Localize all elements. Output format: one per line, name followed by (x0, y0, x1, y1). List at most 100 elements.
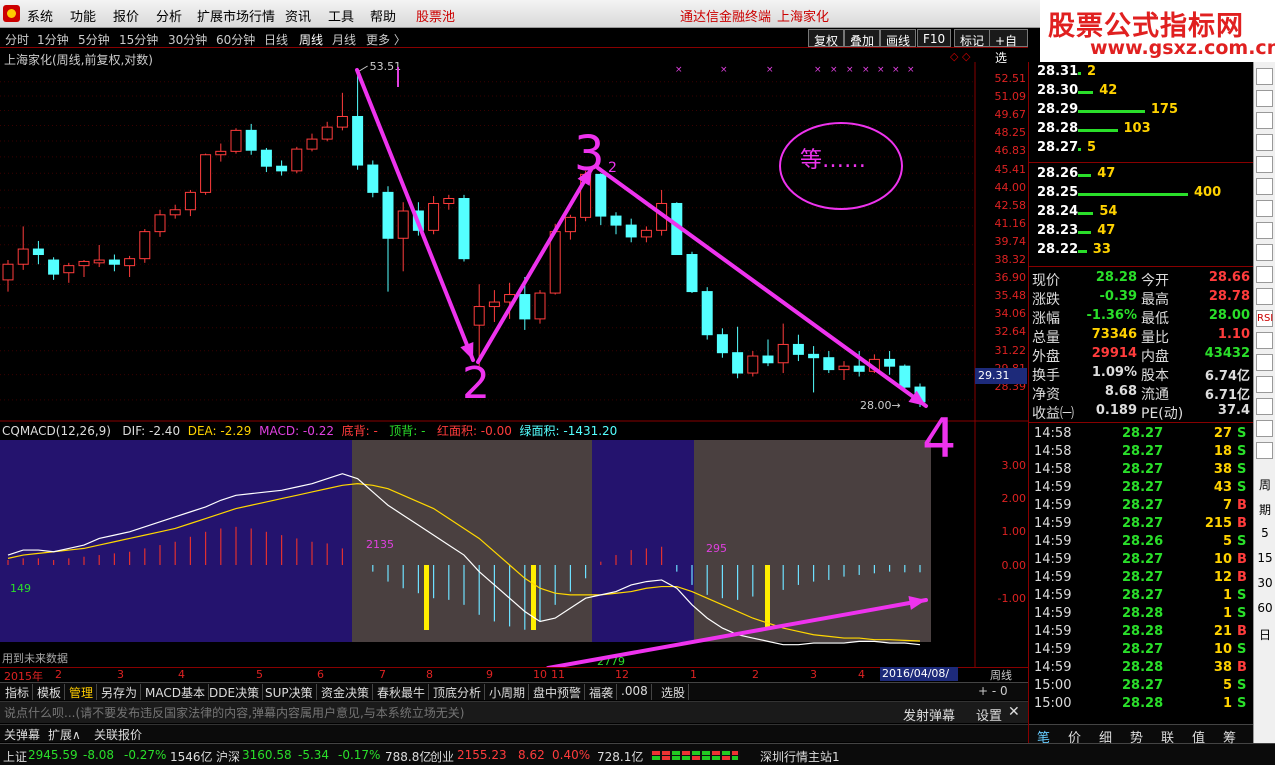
period-more[interactable]: 更多 〉 (366, 31, 406, 48)
period-shortcut[interactable]: 日 (1254, 626, 1275, 643)
info-icon[interactable] (1256, 442, 1273, 459)
quote-panel-tab[interactable]: 联 (1161, 727, 1174, 746)
candle-icon[interactable] (1256, 178, 1273, 195)
handwritten-2: 2 (462, 358, 490, 409)
period-60min[interactable]: 60分钟 (216, 31, 255, 48)
annotation-wait: 等…… (800, 148, 866, 173)
overlay-button[interactable]: 叠加 (844, 29, 881, 48)
period-shortcut[interactable]: 5 (1254, 526, 1275, 540)
quote-panel-tab[interactable]: 笔 (1037, 727, 1050, 746)
ask-volume: 103 (1123, 121, 1151, 136)
tick-time: 14:59 (1034, 642, 1072, 657)
indicator-tab[interactable]: 小周期 (486, 684, 530, 700)
indicator-tab[interactable]: 管理 (66, 684, 98, 700)
trend-icon[interactable] (1256, 222, 1273, 239)
add-watchlist-button[interactable]: +自选 (989, 29, 1028, 65)
menu-quote[interactable]: 报价 (113, 6, 139, 25)
date-tick: 2 (752, 668, 759, 681)
danmu-settings-button[interactable]: 设置 (976, 705, 1002, 724)
news-icon[interactable] (1256, 244, 1273, 261)
zoom-controls[interactable]: + - 0 (978, 684, 1008, 698)
send-danmu-button[interactable]: 发射弹幕 (903, 705, 955, 724)
indicator-tab[interactable]: 福袭 (586, 684, 618, 700)
indicator-tab[interactable]: 盘中预警 (530, 684, 586, 700)
date-tick: 11 (551, 668, 565, 681)
indicator-tab[interactable]: DDE决策 (206, 684, 264, 700)
quote-panel-tab[interactable]: 细 (1099, 727, 1112, 746)
cy-index-change: 8.62 (518, 748, 545, 762)
period-timeshare[interactable]: 分时 (5, 31, 29, 48)
grid-icon[interactable] (1256, 156, 1273, 173)
signal-marker: × (814, 65, 822, 75)
menu-extended-market[interactable]: 扩展市场行情 (197, 6, 275, 25)
menu-news[interactable]: 资讯 (285, 6, 311, 25)
period-shortcut[interactable]: 周 (1254, 476, 1275, 493)
danmu-input[interactable] (4, 704, 884, 722)
menu-function[interactable]: 功能 (70, 6, 96, 25)
server-status[interactable]: 深圳行情主站1 (760, 748, 840, 765)
cross-icon[interactable] (1256, 420, 1273, 437)
period-shortcut[interactable]: 60 (1254, 601, 1275, 615)
period-shortcut[interactable]: 30 (1254, 576, 1275, 590)
bid-price: 28.23 (1037, 223, 1079, 238)
related-quote-button[interactable]: 关联报价 (94, 726, 142, 743)
up-icon[interactable] (1256, 376, 1273, 393)
tick-volume: 1 (1222, 696, 1232, 711)
swap-icon[interactable] (1256, 354, 1273, 371)
adjust-button[interactable]: 复权 (808, 29, 845, 48)
expand-button[interactable]: 扩展∧ (48, 726, 81, 743)
quote-value: 6.74亿 (1204, 369, 1250, 384)
menu-stock-pool[interactable]: 股票池 (416, 6, 455, 25)
quote-panel-tab[interactable]: 价 (1068, 727, 1081, 746)
period-15min[interactable]: 15分钟 (119, 31, 158, 48)
indicator-tab[interactable]: 顶底分析 (430, 684, 486, 700)
rsi-icon[interactable]: RSI (1256, 310, 1273, 327)
kline-icon[interactable] (1256, 134, 1273, 151)
indicator-tab[interactable]: .008 (618, 684, 652, 700)
indicator-tab[interactable]: 选股 (658, 684, 690, 700)
f10-button[interactable]: F10 (917, 29, 952, 47)
mark-button[interactable]: 标记 (954, 29, 991, 48)
indicator-tab[interactable]: 资金决策 (318, 684, 374, 700)
period-shortcut[interactable]: 期 (1254, 501, 1275, 518)
menu-analysis[interactable]: 分析 (156, 6, 182, 25)
status-bar: 上证 2945.59 -8.08 -0.27% 1546亿 沪深 3160.58… (0, 743, 1275, 765)
indicator-tab[interactable]: 指标 (2, 684, 34, 700)
draw-line-button[interactable]: 画线 (880, 29, 917, 48)
period-weekly[interactable]: 周线 (299, 31, 323, 48)
tick-price: 28.28 (1122, 660, 1164, 675)
period-1min[interactable]: 1分钟 (37, 31, 69, 48)
menu-tools[interactable]: 工具 (328, 6, 354, 25)
menu-help[interactable]: 帮助 (370, 6, 396, 25)
kline-chart[interactable]: 53.5128.00→× × × × × × × × × ×1492135 2952779用到未来数… (0, 62, 1028, 667)
chart-icon[interactable] (1256, 90, 1273, 107)
table-icon[interactable] (1256, 200, 1273, 217)
period-5min[interactable]: 5分钟 (78, 31, 110, 48)
indicator-tab[interactable]: MACD基本 (142, 684, 209, 700)
indicator-name[interactable]: CQMACD(12,26,9) (2, 424, 111, 438)
tick-volume: 5 (1222, 534, 1232, 549)
target-icon[interactable] (1256, 398, 1273, 415)
indicator-tab[interactable]: SUP决策 (262, 684, 317, 700)
period-30min[interactable]: 30分钟 (168, 31, 207, 48)
indicator-tab[interactable]: 模板 (34, 684, 66, 700)
tick-row: 15:00 28.28 1 S (1034, 696, 1249, 714)
quote-panel-tab[interactable]: 值 (1192, 727, 1205, 746)
period-daily[interactable]: 日线 (264, 31, 288, 48)
tool-icon[interactable] (1256, 332, 1273, 349)
list-icon[interactable] (1256, 112, 1273, 129)
quote-panel-tab[interactable]: 筹 (1223, 727, 1236, 746)
indicator-tab[interactable]: 另存为 (98, 684, 142, 700)
quote-panel-tab[interactable]: 势 (1130, 727, 1143, 746)
home-icon[interactable] (1256, 68, 1273, 85)
ask-price: 28.29 (1037, 102, 1079, 117)
close-danmu-button[interactable]: 关弹幕 (4, 726, 40, 743)
stock-icon[interactable] (1256, 266, 1273, 283)
tick-direction: S (1237, 696, 1247, 711)
period-monthly[interactable]: 月线 (332, 31, 356, 48)
close-icon[interactable]: ✕ (1008, 704, 1020, 720)
menu-system[interactable]: 系统 (27, 6, 53, 25)
indicator-tab[interactable]: 春秋最牛 (374, 684, 430, 700)
period-shortcut[interactable]: 15 (1254, 551, 1275, 565)
board-icon[interactable] (1256, 288, 1273, 305)
